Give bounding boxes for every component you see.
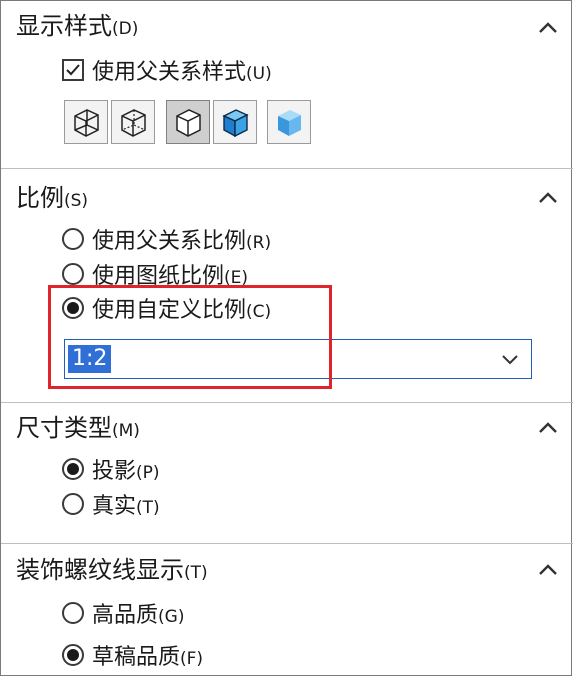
shortcut-key: (T)	[184, 563, 208, 583]
true-radio[interactable]	[62, 493, 84, 515]
section-title-scale[interactable]: 比例(S)	[16, 184, 88, 215]
use-custom-scale-radio[interactable]	[62, 297, 84, 319]
wireframe-button[interactable]	[64, 100, 108, 144]
custom-scale-combobox[interactable]: 1:2	[64, 339, 532, 379]
shaded-with-edges-icon	[222, 109, 249, 138]
section-title-text: 显示样式	[16, 12, 112, 40]
draft-quality-label: 草稿品质(F)	[92, 645, 204, 670]
shortcut-key: (D)	[112, 19, 139, 39]
chevron-down-icon[interactable]	[499, 348, 521, 370]
shortcut-key: (S)	[64, 191, 89, 211]
high-quality-label: 高品质(G)	[92, 603, 185, 628]
use-parent-scale-radio[interactable]	[62, 228, 84, 250]
section-title-dimension-type[interactable]: 尺寸类型(M)	[16, 414, 140, 445]
divider	[1, 168, 573, 169]
projected-label: 投影(P)	[92, 459, 160, 484]
chevron-up-icon[interactable]	[536, 416, 560, 440]
section-title-cosmetic-thread[interactable]: 装饰螺纹线显示(T)	[16, 556, 208, 587]
divider	[1, 402, 573, 403]
use-parent-style-label: 使用父关系样式(U)	[92, 60, 272, 85]
use-parent-style-checkbox-row[interactable]: 使用父关系样式(U)	[62, 54, 272, 86]
use-parent-scale-radio-row[interactable]: 使用父关系比例(R)	[62, 223, 271, 255]
wireframe-icon	[74, 109, 99, 137]
high-quality-radio[interactable]	[62, 602, 84, 624]
section-title-text: 比例	[16, 184, 64, 212]
shaded-button[interactable]	[267, 100, 311, 144]
use-parent-style-checkbox[interactable]	[62, 59, 84, 81]
high-quality-radio-row[interactable]: 高品质(G)	[62, 597, 184, 629]
draft-quality-radio-row[interactable]: 草稿品质(F)	[62, 639, 203, 671]
custom-scale-value[interactable]: 1:2	[68, 345, 112, 373]
shaded-with-edges-button[interactable]	[213, 100, 257, 144]
use-sheet-scale-radio-row[interactable]: 使用图纸比例(E)	[62, 258, 248, 290]
chevron-up-icon[interactable]	[536, 16, 560, 40]
use-sheet-scale-radio[interactable]	[62, 263, 84, 285]
draft-quality-radio[interactable]	[62, 644, 84, 666]
use-custom-scale-label: 使用自定义比例(C)	[92, 298, 272, 323]
projected-radio-row[interactable]: 投影(P)	[62, 453, 160, 485]
chevron-up-icon[interactable]	[536, 558, 560, 582]
use-sheet-scale-label: 使用图纸比例(E)	[92, 264, 249, 289]
hidden-lines-removed-icon	[176, 109, 201, 137]
section-title-text: 尺寸类型	[16, 414, 112, 442]
checkmark-icon	[66, 64, 80, 76]
true-label: 真实(T)	[92, 494, 160, 519]
divider	[1, 543, 573, 544]
section-title-display-style[interactable]: 显示样式(D)	[16, 12, 138, 43]
hidden-lines-visible-icon	[121, 109, 146, 137]
projected-radio[interactable]	[62, 458, 84, 480]
hidden-lines-visible-button[interactable]	[111, 100, 155, 144]
true-radio-row[interactable]: 真实(T)	[62, 488, 160, 520]
chevron-up-icon[interactable]	[536, 186, 560, 210]
shortcut-key: (M)	[112, 421, 140, 441]
hidden-lines-removed-button[interactable]	[166, 100, 210, 144]
section-title-text: 装饰螺纹线显示	[16, 556, 184, 584]
use-custom-scale-radio-row[interactable]: 使用自定义比例(C)	[62, 292, 271, 324]
shaded-icon	[278, 110, 301, 136]
use-parent-scale-label: 使用父关系比例(R)	[92, 229, 272, 254]
